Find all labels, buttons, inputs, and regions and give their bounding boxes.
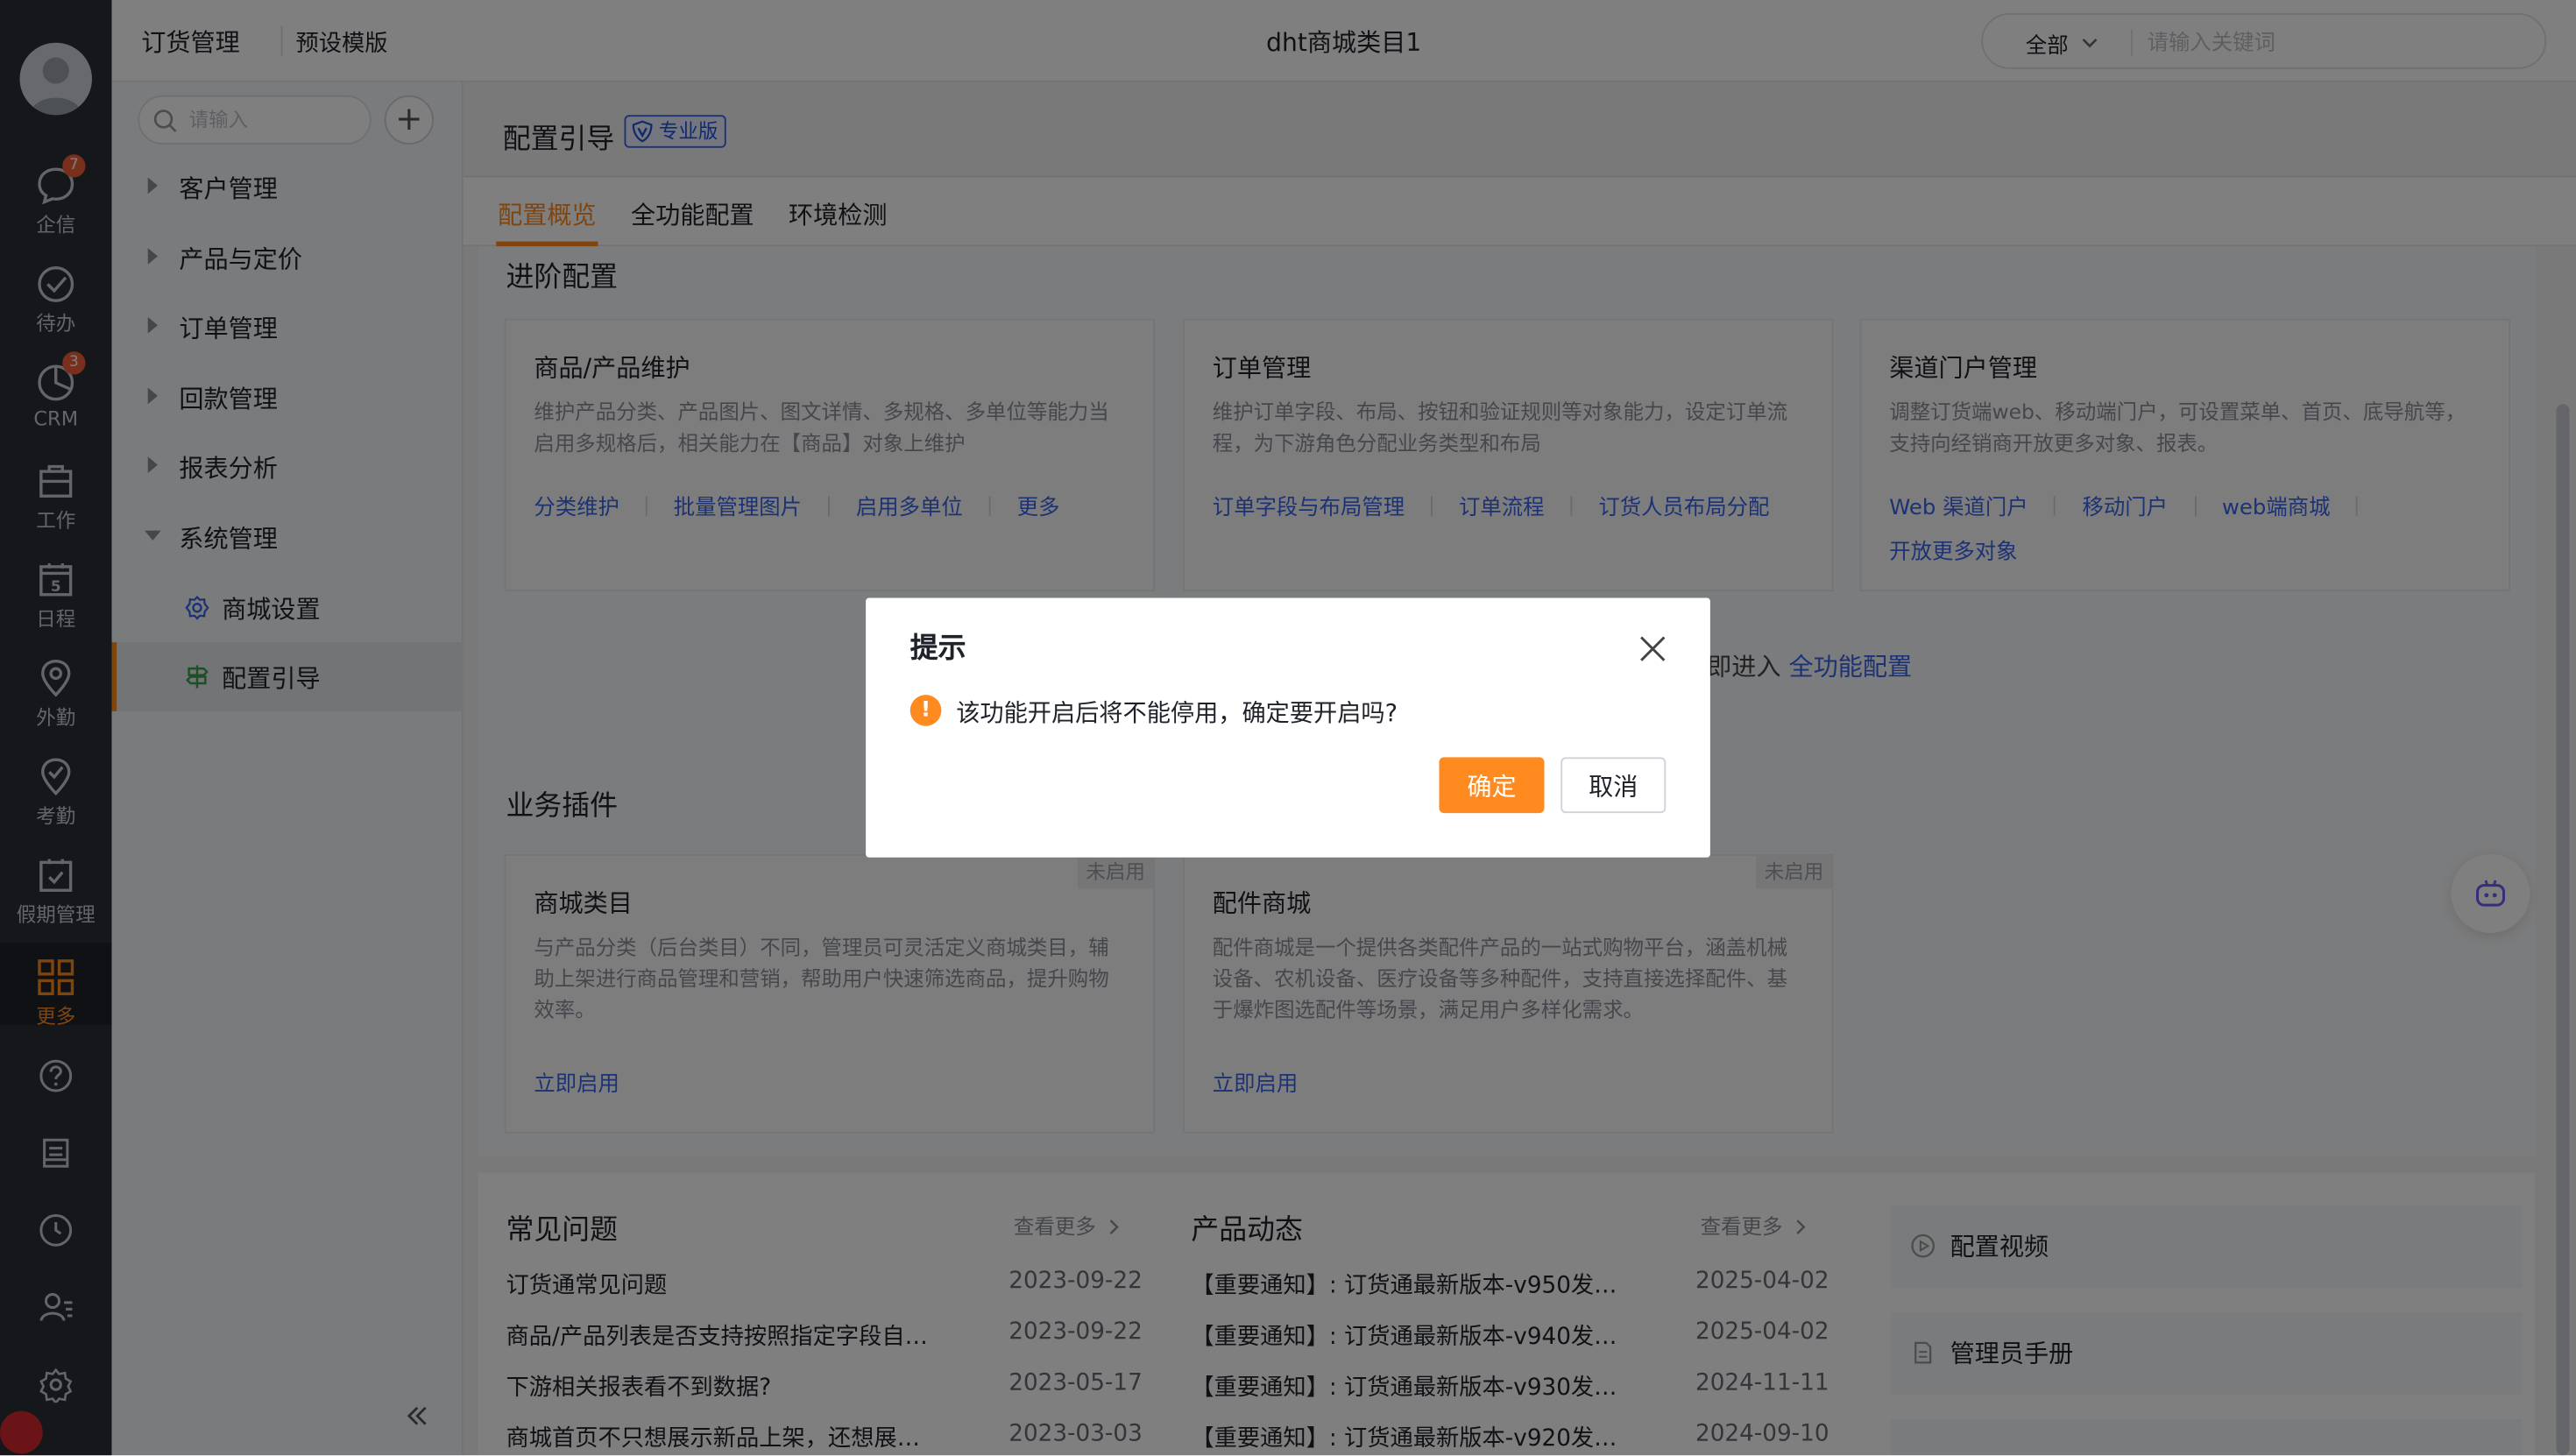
app-root: 7 企信 待办 3 CRM 工作 5 日程 外勤 考勤 xyxy=(0,0,2576,1456)
close-icon[interactable] xyxy=(1638,634,1667,664)
warning-icon: ! xyxy=(909,695,942,726)
dialog-message: 该功能开启后将不能停用，确定要开启吗? xyxy=(956,701,1398,728)
cancel-button[interactable]: 取消 xyxy=(1560,757,1667,814)
confirm-button[interactable]: 确定 xyxy=(1439,757,1545,814)
dialog-title: 提示 xyxy=(909,632,966,666)
confirm-dialog: 提示 ! 该功能开启后将不能停用，确定要开启吗? 确定 取消 xyxy=(866,597,1710,858)
